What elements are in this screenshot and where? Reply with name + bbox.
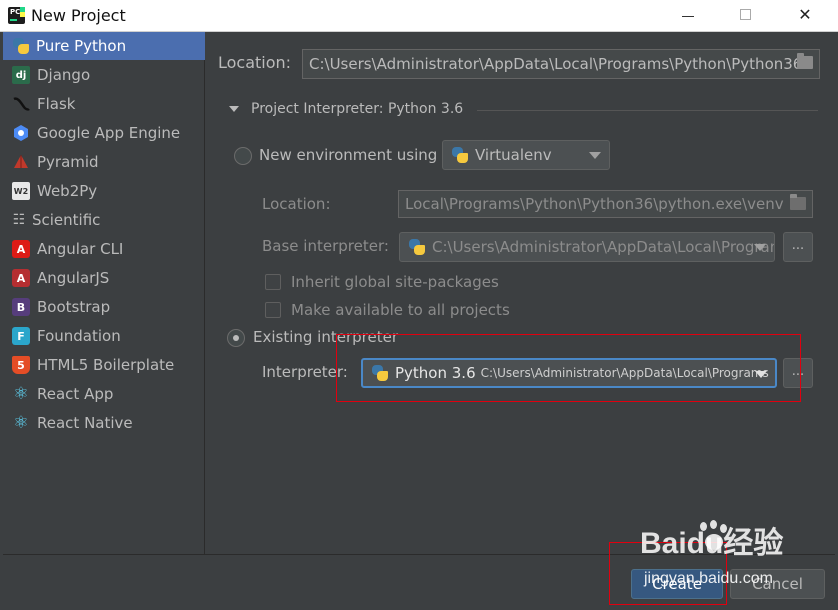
sidebar-item-label: Flask — [37, 95, 76, 113]
pyramid-icon — [12, 153, 30, 171]
virtualenv-icon — [451, 146, 469, 164]
sidebar-item-label: HTML5 Boilerplate — [37, 356, 175, 374]
sidebar-item-html5-boilerplate[interactable]: 5 HTML5 Boilerplate — [3, 351, 205, 379]
make-available-checkbox[interactable] — [265, 302, 281, 318]
python-icon — [12, 37, 30, 55]
sidebar-item-react-app[interactable]: ⚛ React App — [3, 380, 205, 408]
base-interpreter-label: Base interpreter: — [262, 237, 389, 255]
location-label: Location: — [218, 53, 292, 72]
sidebar-item-label: Django — [37, 66, 91, 84]
inherit-packages-checkbox[interactable] — [265, 274, 281, 290]
minimize-button[interactable] — [663, 0, 713, 32]
minimize-icon — [682, 16, 694, 17]
react-native-icon: ⚛ — [13, 413, 29, 433]
sidebar-item-google-app-engine[interactable]: Google App Engine — [3, 119, 205, 147]
bootstrap-icon: B — [12, 298, 30, 316]
interpreter-select[interactable]: Python 3.6 C:\Users\Administrator\AppDat… — [361, 358, 777, 388]
web2py-icon: W2 — [12, 182, 30, 200]
sidebar-item-label: Web2Py — [37, 182, 98, 200]
collapse-triangle-icon[interactable] — [229, 106, 239, 112]
watermark-url: jingyan.baidu.com — [644, 570, 773, 587]
sidebar-item-scientific[interactable]: ☷ Scientific — [3, 206, 205, 234]
html5-icon: 5 — [12, 356, 30, 374]
interpreter-browse-button[interactable]: ... — [783, 358, 813, 388]
sidebar-item-pure-python[interactable]: Pure Python — [3, 32, 205, 60]
interpreter-label: Interpreter: — [262, 363, 348, 381]
base-interpreter-browse-button[interactable]: ... — [783, 232, 813, 262]
section-divider — [477, 110, 818, 111]
google-app-engine-icon — [12, 124, 30, 142]
chevron-down-icon — [755, 371, 767, 378]
close-icon: ✕ — [798, 5, 812, 24]
existing-interpreter-label: Existing interpreter — [253, 328, 398, 346]
python-icon — [371, 364, 389, 382]
sidebar-item-foundation[interactable]: F Foundation — [3, 322, 205, 350]
angular-cli-icon: A — [12, 240, 30, 258]
sidebar-item-label: Scientific — [32, 211, 101, 229]
watermark-logo: Baidu经验 — [640, 527, 784, 560]
sidebar-item-web2py[interactable]: W2 Web2Py — [3, 177, 205, 205]
title-bar: PC New Project ✕ — [0, 0, 838, 32]
sidebar-item-bootstrap[interactable]: B Bootstrap — [3, 293, 205, 321]
new-environment-radio[interactable] — [234, 147, 252, 165]
folder-icon[interactable] — [797, 53, 813, 69]
environment-tool-select[interactable]: Virtualenv — [442, 140, 610, 170]
location-field[interactable]: C:\Users\Administrator\AppData\Local\Pro… — [302, 49, 820, 79]
scientific-icon: ☷ — [12, 212, 26, 228]
react-icon: ⚛ — [13, 384, 29, 404]
env-location-label: Location: — [262, 195, 331, 213]
sidebar-item-label: Pure Python — [36, 37, 127, 55]
flask-icon — [12, 95, 30, 113]
maximize-button[interactable] — [721, 0, 771, 32]
pycharm-icon: PC — [8, 7, 25, 24]
sidebar-item-label: Angular CLI — [37, 240, 124, 258]
chevron-down-icon — [589, 152, 601, 159]
folder-icon[interactable] — [790, 194, 806, 210]
make-available-label: Make available to all projects — [291, 301, 510, 319]
sidebar-item-angularjs[interactable]: A AngularJS — [3, 264, 205, 292]
inherit-packages-label: Inherit global site-packages — [291, 273, 499, 291]
sidebar-item-label: React Native — [37, 414, 133, 432]
sidebar-item-django[interactable]: dj Django — [3, 61, 205, 89]
sidebar-item-label: AngularJS — [37, 269, 110, 287]
interpreter-section-title: Project Interpreter: Python 3.6 — [251, 101, 464, 117]
close-button[interactable]: ✕ — [780, 0, 830, 32]
existing-interpreter-radio[interactable] — [227, 329, 245, 347]
django-icon: dj — [12, 66, 30, 84]
env-location-field[interactable]: Local\Programs\Python\Python36\python.ex… — [398, 190, 813, 218]
new-environment-label: New environment using — [259, 146, 438, 164]
sidebar-item-label: Foundation — [37, 327, 121, 345]
sidebar-item-react-native[interactable]: ⚛ React Native — [3, 409, 205, 437]
env-location-value: Local\Programs\Python\Python36\python.ex… — [405, 195, 784, 213]
angularjs-icon: A — [12, 269, 30, 287]
base-interpreter-select[interactable]: C:\Users\Administrator\AppData\Local\Pro… — [399, 232, 775, 262]
project-settings-panel: Location: C:\Users\Administrator\AppData… — [206, 32, 835, 554]
base-interpreter-value: C:\Users\Administrator\AppData\Local\Pro… — [432, 238, 775, 256]
sidebar-item-angular-cli[interactable]: A Angular CLI — [3, 235, 205, 263]
interpreter-path: C:\Users\Administrator\AppData\Local\Pro… — [480, 366, 769, 380]
environment-tool-value: Virtualenv — [475, 146, 552, 164]
sidebar-item-label: React App — [37, 385, 114, 403]
python-icon — [408, 238, 426, 256]
window-title: New Project — [31, 6, 126, 25]
chevron-down-icon — [754, 244, 766, 251]
maximize-icon — [740, 9, 751, 20]
sidebar-item-flask[interactable]: Flask — [3, 90, 205, 118]
sidebar-item-label: Google App Engine — [37, 124, 181, 142]
project-type-list: Pure Python dj Django Flask Google App E… — [3, 32, 205, 554]
sidebar-item-pyramid[interactable]: Pyramid — [3, 148, 205, 176]
location-value: C:\Users\Administrator\AppData\Local\Pro… — [309, 55, 803, 73]
baidu-watermark: Baidu经验 jingyan.baidu.com — [640, 518, 800, 598]
sidebar-item-label: Pyramid — [37, 153, 99, 171]
foundation-icon: F — [12, 327, 30, 345]
sidebar-item-label: Bootstrap — [37, 298, 111, 316]
interpreter-name: Python 3.6 — [395, 364, 476, 382]
